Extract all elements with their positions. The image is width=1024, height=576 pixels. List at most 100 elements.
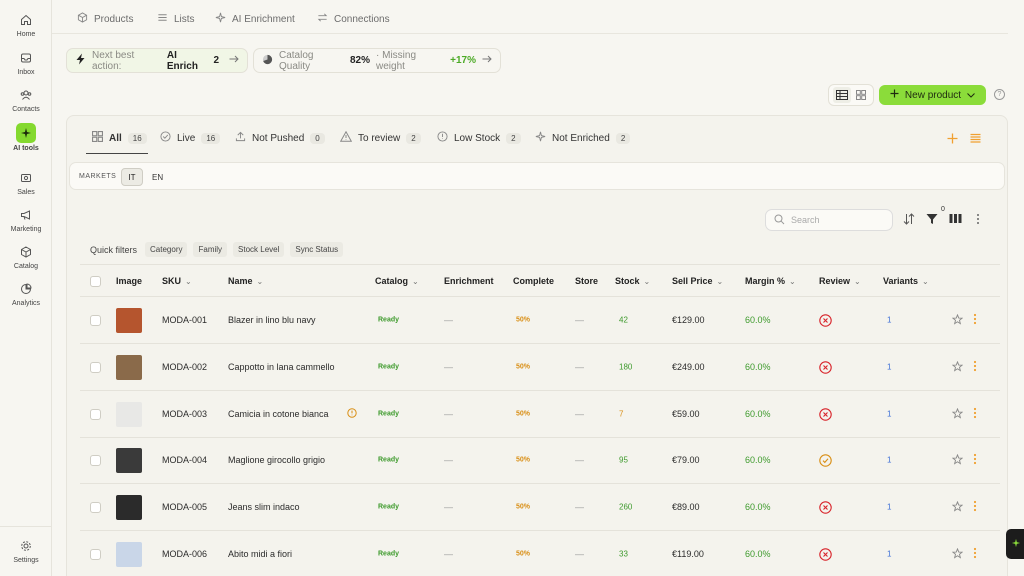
product-thumbnail[interactable] [116,308,142,333]
next-best-action-chip[interactable]: Next best action: AI Enrich 2 [66,48,248,73]
product-name-link[interactable]: Camicia in cotone bianca [228,409,329,419]
row-menu-icon[interactable] [973,500,977,515]
review-rejected-icon[interactable] [819,501,832,514]
star-icon[interactable] [951,500,964,515]
variants-cell[interactable]: 1 [887,503,891,512]
product-name-link[interactable]: Blazer in lino blu navy [228,315,316,325]
variants-cell[interactable]: 1 [887,316,891,325]
tab-lists[interactable]: Lists [157,12,195,26]
filter-tab-not-pushed[interactable]: Not Pushed 0 [235,131,325,145]
sidebar-item-home[interactable]: Home [0,13,52,47]
more-options-icon[interactable] [976,213,980,228]
reorder-tabs-icon[interactable] [970,133,981,147]
sku-cell: MODA-004 [162,455,208,466]
row-menu-icon[interactable] [973,453,977,468]
market-en-button[interactable]: EN [152,173,163,182]
star-icon[interactable] [951,547,964,562]
select-all-checkbox[interactable] [90,276,101,287]
add-tab-icon[interactable] [947,133,958,147]
quick-filter-stock-level[interactable]: Stock Level [233,242,285,257]
row-checkbox[interactable] [90,455,101,467]
ai-assistant-button[interactable] [1006,529,1024,559]
tab-ai-enrichment[interactable]: AI Enrichment [215,12,295,26]
market-it-button[interactable]: IT [121,168,143,186]
column-header-sell-price[interactable]: Sell Price ⌄ [672,276,723,286]
product-thumbnail[interactable] [116,401,142,427]
tab-connections[interactable]: Connections [317,12,390,26]
tab-products[interactable]: Products [77,12,133,26]
filter-tab-to-review[interactable]: To review 2 [339,130,421,145]
sidebar-item-sales[interactable]: Sales [0,171,52,205]
row-checkbox[interactable] [90,549,101,560]
row-menu-icon[interactable] [973,407,977,422]
column-header-name[interactable]: Name ⌄ [228,276,263,286]
filter-tab-live[interactable]: Live 16 [160,131,221,145]
search-input[interactable]: Search [765,209,893,231]
review-rejected-icon[interactable] [819,548,832,561]
product-thumbnail[interactable] [116,354,142,380]
variants-cell[interactable]: 1 [887,362,891,371]
row-menu-icon[interactable] [973,313,977,328]
table-row[interactable]: MODA-005 Jeans slim indaco Ready — 50% — 260 €8… [80,484,1000,532]
row-menu-icon[interactable] [973,547,977,562]
catalog-quality-value: 82% [349,55,370,66]
sidebar-item-catalog[interactable]: Catalog [0,245,52,279]
review-rejected-icon[interactable] [819,314,832,327]
product-thumbnail[interactable] [116,448,142,474]
product-thumbnail[interactable] [116,542,142,567]
new-product-button[interactable]: New product [879,85,986,105]
product-name-link[interactable]: Maglione girocollo grigio [228,455,325,465]
catalog-quality-chip[interactable]: Catalog Quality 82% · Missing weight +17… [253,48,501,73]
quick-filter-sync-status[interactable]: Sync Status [290,242,344,257]
star-icon[interactable] [951,454,964,468]
sidebar-item-inbox[interactable]: Inbox [0,51,52,85]
table-row[interactable]: MODA-003 Camicia in cotone bianca Ready — 50… [80,391,1000,438]
star-icon[interactable] [951,407,964,422]
help-icon[interactable]: ? [994,89,1005,100]
sidebar-item-marketing[interactable]: Marketing [0,208,52,242]
sort-icon[interactable] [903,213,915,228]
column-header-review[interactable]: Review ⌄ [819,276,861,286]
column-header-catalog[interactable]: Catalog ⌄ [375,276,419,286]
product-thumbnail[interactable] [116,495,142,521]
margin-cell: 60.0% [745,455,771,466]
columns-icon[interactable] [949,213,962,227]
quick-filter-family[interactable]: Family [193,242,228,257]
variants-cell[interactable]: 1 [887,409,891,418]
filter-tab-not-enriched[interactable]: Not Enriched 2 [535,131,631,145]
product-name-link[interactable]: Jeans slim indaco [228,502,300,512]
row-checkbox[interactable] [90,361,101,373]
sidebar-item-analytics[interactable]: Analytics [0,282,52,316]
sidebar-item-contacts[interactable]: Contacts [0,88,52,122]
table-row[interactable]: MODA-001 Blazer in lino blu navy Ready — 50%… [80,297,1000,344]
column-header-stock[interactable]: Stock ⌄ [615,276,650,286]
review-pending-icon[interactable] [819,454,832,468]
table-row[interactable]: MODA-002 Cappotto in lana cammello Ready — 5… [80,344,1000,391]
row-checkbox[interactable] [90,408,101,420]
filter-tab-low-stock[interactable]: Low Stock 2 [437,131,521,145]
new-product-label: New product [904,89,962,101]
review-rejected-icon[interactable] [819,407,832,421]
review-rejected-icon[interactable] [819,361,832,374]
table-row[interactable]: MODA-004 Maglione girocollo grigio Ready — 5… [80,437,1000,485]
column-header-variants[interactable]: Variants ⌄ [883,276,929,286]
row-checkbox[interactable] [90,502,101,514]
variants-cell[interactable]: 1 [887,456,891,465]
product-name-link[interactable]: Cappotto in lana cammello [228,362,335,372]
row-checkbox[interactable] [90,315,101,326]
column-header-sku[interactable]: SKU ⌄ [162,276,192,286]
grid-view-icon[interactable] [852,87,870,103]
sidebar-item-settings[interactable]: Settings [0,539,52,573]
star-icon[interactable] [951,313,964,328]
filter-icon[interactable] [926,213,938,228]
row-menu-icon[interactable] [973,360,977,375]
table-row[interactable]: MODA-006 Abito midi a fiori Ready — 50% — 33 €1… [80,531,1000,576]
column-header-margin[interactable]: Margin % ⌄ [745,276,796,286]
star-icon[interactable] [951,360,964,375]
quick-filter-category[interactable]: Category [145,242,188,257]
filter-tab-all[interactable]: All 16 [92,131,147,145]
variants-cell[interactable]: 1 [887,550,891,559]
product-name-link[interactable]: Abito midi a fiori [228,549,292,559]
table-view-icon[interactable] [832,87,851,103]
sidebar-item-ai-tools[interactable]: AI tools [0,123,52,160]
